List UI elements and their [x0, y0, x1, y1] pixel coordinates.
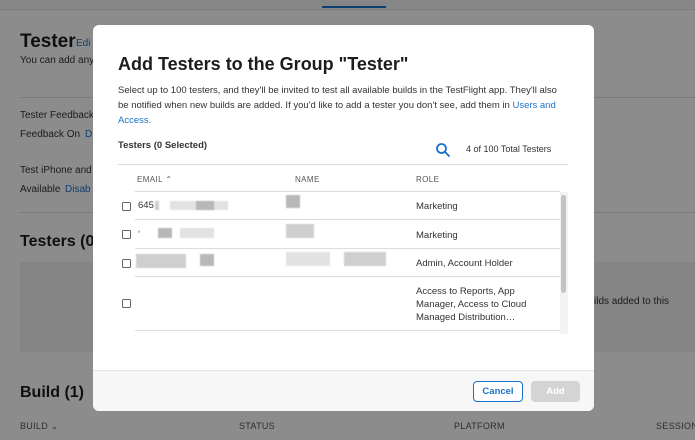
redacted-name	[286, 195, 300, 208]
table-row[interactable]: ‘ Marketing	[118, 220, 560, 249]
column-name[interactable]: NAME	[295, 175, 320, 184]
redacted-email	[155, 201, 159, 210]
redacted-email	[136, 254, 186, 268]
row-checkbox[interactable]	[122, 259, 131, 268]
column-role[interactable]: ROLE	[416, 175, 439, 184]
dialog-footer: Cancel Add	[93, 370, 594, 411]
total-testers-count: 4 of 100 Total Testers	[466, 144, 552, 154]
redacted-name	[344, 252, 386, 266]
divider	[118, 164, 568, 165]
testers-selected-label: Testers (0 Selected)	[118, 140, 208, 151]
table-row[interactable]: 645 Marketing	[118, 192, 560, 220]
role-cell: Marketing	[416, 230, 458, 241]
row-checkbox[interactable]	[122, 230, 131, 239]
redacted-email	[180, 228, 214, 238]
table-row[interactable]: Admin, Account Holder	[118, 249, 560, 277]
divider	[135, 330, 560, 331]
role-cell: Access to Reports, App Manager, Access t…	[416, 286, 527, 323]
dialog-title: Add Testers to the Group "Tester"	[118, 54, 409, 74]
email-cell: 645	[138, 200, 154, 211]
redacted-name	[286, 224, 314, 238]
column-email[interactable]: EMAIL ⌃	[137, 175, 172, 184]
redacted-name	[286, 252, 330, 266]
scrollbar-thumb[interactable]	[561, 195, 566, 293]
row-checkbox[interactable]	[122, 202, 131, 211]
table-row[interactable]: Access to Reports, App Manager, Access t…	[118, 277, 560, 331]
dialog-description: Select up to 100 testers, and they'll be…	[118, 83, 568, 128]
redacted-email	[200, 254, 214, 266]
add-button[interactable]: Add	[531, 381, 580, 402]
add-testers-dialog: Add Testers to the Group "Tester" Select…	[93, 25, 594, 411]
redacted-email	[158, 228, 172, 238]
redacted-email	[196, 201, 214, 210]
cancel-button[interactable]: Cancel	[473, 381, 523, 402]
row-checkbox[interactable]	[122, 299, 131, 308]
role-cell: Marketing	[416, 201, 458, 212]
email-cell: ‘	[138, 229, 141, 240]
role-cell: Admin, Account Holder	[416, 258, 513, 269]
search-icon[interactable]	[435, 142, 451, 158]
dialog-description-text: Select up to 100 testers, and they'll be…	[118, 85, 557, 111]
